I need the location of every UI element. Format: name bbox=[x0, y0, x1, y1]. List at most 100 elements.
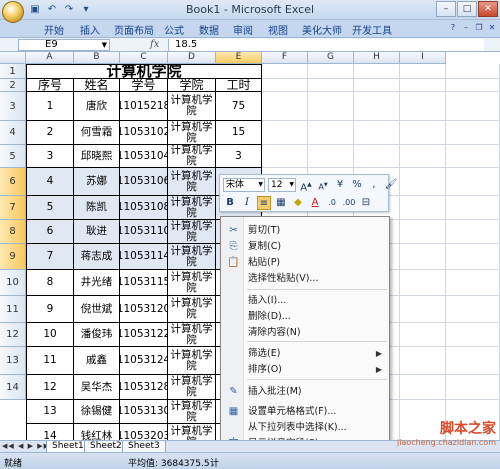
table-cell[interactable]: 吴华杰 bbox=[74, 375, 120, 400]
column-header-e[interactable]: E bbox=[216, 52, 262, 64]
italic-icon[interactable]: I bbox=[240, 196, 254, 210]
formula-input[interactable]: 18.5 bbox=[168, 39, 484, 51]
menu-item[interactable]: 📋 粘贴(P) bbox=[222, 254, 388, 271]
table-cell[interactable]: 陈凯 bbox=[74, 196, 120, 220]
sheet-nav-arrows[interactable]: ◀◀ ◀ ▶ ▶▶ bbox=[2, 442, 50, 450]
menu-item[interactable]: 清除内容(N) bbox=[222, 324, 388, 341]
menu-item[interactable]: ▦ 设置单元格格式(F)... bbox=[222, 403, 388, 420]
header-cell[interactable]: 学号 bbox=[120, 79, 168, 92]
table-cell[interactable]: 徐锡健 bbox=[74, 400, 120, 424]
table-cell[interactable]: 戚鑫 bbox=[74, 347, 120, 375]
column-header-i[interactable]: I bbox=[400, 52, 446, 64]
sheet-title-cell[interactable]: 计算机学院 bbox=[26, 64, 262, 79]
table-cell[interactable]: 11053104 bbox=[120, 145, 168, 168]
table-cell[interactable]: 75 bbox=[216, 92, 262, 121]
menu-item[interactable]: 排序(O) ▶ bbox=[222, 361, 388, 378]
table-cell[interactable]: 井光绪 bbox=[74, 270, 120, 296]
table-cell[interactable]: 11053128 bbox=[120, 375, 168, 400]
table-cell[interactable]: 3 bbox=[26, 145, 74, 168]
font-size-select[interactable]: 12 ▼ bbox=[268, 178, 296, 192]
table-cell[interactable]: 何雪霜 bbox=[74, 121, 120, 145]
name-box[interactable]: E9 ▼ bbox=[18, 39, 110, 51]
table-cell[interactable]: 唐欣 bbox=[74, 92, 120, 121]
table-cell[interactable]: 计算机学院 bbox=[168, 270, 216, 296]
row-header-13[interactable]: 13 bbox=[0, 347, 26, 375]
menu-item[interactable]: 删除(D)... bbox=[222, 308, 388, 325]
doc-minimize-icon[interactable]: – bbox=[460, 22, 472, 34]
tab-developer[interactable]: 开发工具 bbox=[352, 22, 392, 37]
tab-data[interactable]: 数据 bbox=[199, 22, 219, 37]
table-cell[interactable]: 蒋志成 bbox=[74, 244, 120, 270]
table-cell[interactable]: 13 bbox=[26, 400, 74, 424]
table-cell[interactable]: 11053115 bbox=[120, 270, 168, 296]
table-cell[interactable]: 11053102 bbox=[120, 121, 168, 145]
row-header-5[interactable]: 5 bbox=[0, 145, 26, 168]
table-cell[interactable]: 计算机学院 bbox=[168, 121, 216, 145]
menu-item[interactable]: ✂ 剪切(T) bbox=[222, 222, 388, 239]
font-color-icon[interactable]: A bbox=[308, 196, 322, 210]
menu-item[interactable]: ✎ 插入批注(M) bbox=[222, 383, 388, 400]
table-cell[interactable]: 4 bbox=[26, 168, 74, 196]
maximize-button[interactable]: □ bbox=[457, 1, 477, 17]
decrease-decimal-icon[interactable]: .0 bbox=[325, 196, 339, 210]
close-button[interactable]: ✕ bbox=[478, 1, 498, 17]
table-cell[interactable]: 9 bbox=[26, 296, 74, 323]
table-cell[interactable]: 6 bbox=[26, 220, 74, 244]
table-cell[interactable]: 计算机学院 bbox=[168, 375, 216, 400]
menu-item[interactable]: 从下拉列表中选择(K)... bbox=[222, 419, 388, 436]
table-cell[interactable]: 计算机学院 bbox=[168, 323, 216, 347]
shrink-font-icon[interactable]: A▼ bbox=[316, 178, 330, 192]
tab-insert[interactable]: 插入 bbox=[80, 22, 100, 37]
column-header-d[interactable]: D bbox=[168, 52, 216, 64]
table-cell[interactable]: 11053130 bbox=[120, 400, 168, 424]
table-cell[interactable]: 7 bbox=[26, 244, 74, 270]
menu-item[interactable]: 筛选(E) ▶ bbox=[222, 345, 388, 362]
table-cell[interactable]: 11 bbox=[26, 347, 74, 375]
header-cell[interactable]: 姓名 bbox=[74, 79, 120, 92]
tab-review[interactable]: 审阅 bbox=[233, 22, 253, 37]
help-icon[interactable]: ? bbox=[447, 22, 459, 34]
table-cell[interactable]: 邱晓熙 bbox=[74, 145, 120, 168]
grow-font-icon[interactable]: A▲ bbox=[299, 178, 313, 193]
table-cell[interactable]: 计算机学院 bbox=[168, 92, 216, 121]
column-header-b[interactable]: B bbox=[74, 52, 120, 64]
tab-view[interactable]: 视图 bbox=[268, 22, 288, 37]
select-all-corner[interactable] bbox=[0, 52, 26, 64]
increase-decimal-icon[interactable]: .00 bbox=[342, 196, 356, 210]
tab-page-layout[interactable]: 页面布局 bbox=[114, 22, 154, 37]
table-cell[interactable]: 耿进 bbox=[74, 220, 120, 244]
bold-icon[interactable]: B bbox=[223, 196, 237, 210]
header-cell[interactable]: 工时 bbox=[216, 79, 262, 92]
table-cell[interactable]: 计算机学院 bbox=[168, 347, 216, 375]
header-cell[interactable]: 序号 bbox=[26, 79, 74, 92]
tab-formulas[interactable]: 公式 bbox=[164, 22, 184, 37]
row-header-3[interactable]: 3 bbox=[0, 92, 26, 121]
table-cell[interactable]: 11053114 bbox=[120, 244, 168, 270]
row-header-8[interactable]: 8 bbox=[0, 220, 26, 244]
menu-item[interactable]: 插入(I)... bbox=[222, 292, 388, 309]
table-cell[interactable]: 11053122 bbox=[120, 323, 168, 347]
table-cell[interactable]: 12 bbox=[26, 375, 74, 400]
table-cell[interactable]: 11053124 bbox=[120, 347, 168, 375]
column-header-g[interactable]: G bbox=[308, 52, 354, 64]
fill-color-icon[interactable]: ◆ bbox=[291, 196, 305, 210]
table-cell[interactable]: 潘俊玮 bbox=[74, 323, 120, 347]
table-cell[interactable]: 计算机学院 bbox=[168, 145, 216, 168]
office-button[interactable] bbox=[2, 1, 24, 23]
table-cell[interactable]: 11053110 bbox=[120, 220, 168, 244]
doc-restore-icon[interactable]: ❐ bbox=[473, 22, 485, 34]
row-header-1[interactable]: 1 bbox=[0, 64, 26, 79]
table-cell[interactable]: 计算机学院 bbox=[168, 400, 216, 424]
table-cell[interactable]: 11015218 bbox=[120, 92, 168, 121]
row-header-12[interactable]: 12 bbox=[0, 323, 26, 347]
column-header-f[interactable]: F bbox=[262, 52, 308, 64]
tab-home[interactable]: 开始 bbox=[44, 22, 64, 37]
format-painter-icon[interactable]: 🖌 bbox=[384, 178, 398, 192]
table-cell[interactable]: 10 bbox=[26, 323, 74, 347]
row-header-6[interactable]: 6 bbox=[0, 168, 26, 196]
table-cell[interactable]: 8 bbox=[26, 270, 74, 296]
header-cell[interactable]: 学院 bbox=[168, 79, 216, 92]
fx-icon[interactable]: fx bbox=[150, 39, 159, 50]
column-header-c[interactable]: C bbox=[120, 52, 168, 64]
currency-format-icon[interactable]: ¥ bbox=[333, 178, 347, 192]
